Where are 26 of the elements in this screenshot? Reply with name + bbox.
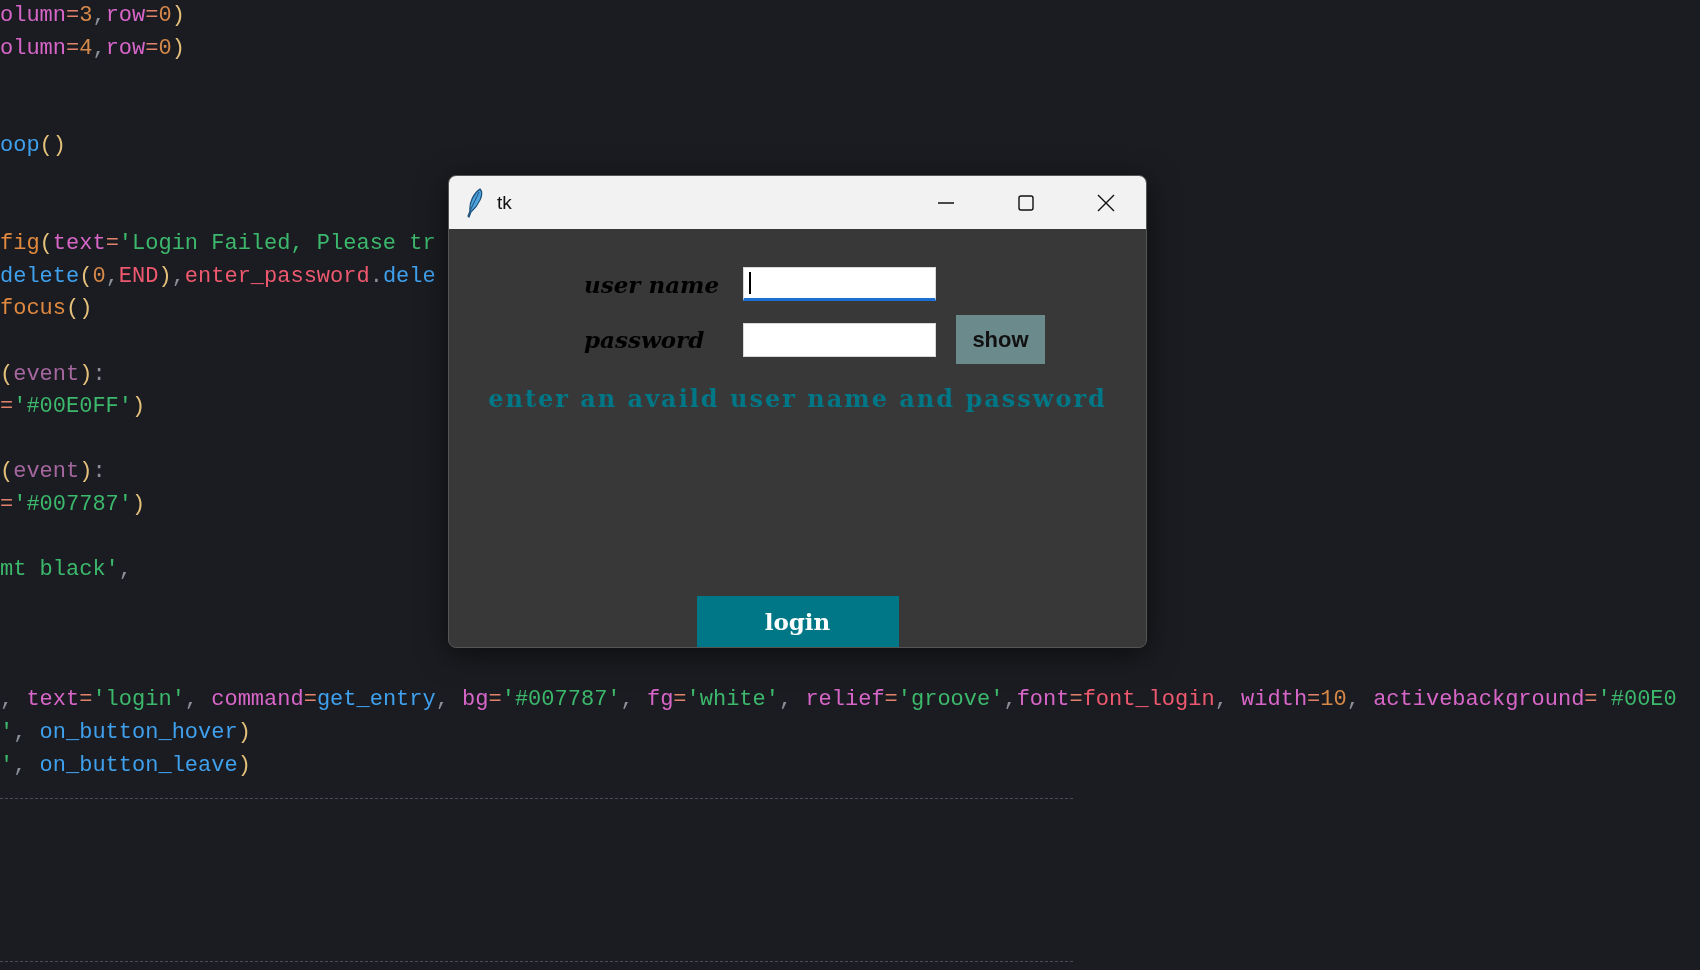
input-field[interactable] <box>743 322 936 357</box>
minimize-icon <box>937 201 955 204</box>
code-line: ='#00E0FF') <box>0 393 146 422</box>
code-line: oop() <box>0 132 66 161</box>
code-line: ', on_button_hover) <box>0 719 251 748</box>
feather-icon <box>465 187 485 218</box>
code-line: (event): <box>0 360 106 389</box>
code-line: focus() <box>0 295 93 324</box>
code-line: olumn=3,row=0) <box>0 2 185 30</box>
code-line: ', on_button_leave) <box>0 751 251 780</box>
input-field[interactable] <box>743 267 936 301</box>
code-line: , text='login', command=get_entry, bg='#007787', fg='white', relief='groove',font=font_login, width=10, activebackground='#00E0 <box>0 686 1677 715</box>
field-label: password <box>584 326 705 353</box>
maximize-icon <box>1017 193 1035 212</box>
show-button[interactable]: show <box>956 315 1045 364</box>
window-title: tk <box>497 191 512 214</box>
login-button[interactable]: login <box>696 596 899 647</box>
close-icon <box>1097 193 1115 212</box>
hint-message: enter an availd user name and password <box>488 384 1107 413</box>
code-line: ='#007787') <box>0 490 146 519</box>
field-label: user name <box>584 270 720 298</box>
code-line: delete(0,END),enter_password.dele <box>0 262 436 291</box>
code-line: (event): <box>0 458 106 487</box>
code-line: olumn=4,row=0) <box>0 34 185 63</box>
code-line: fig(text='Login Failed, Please tr <box>0 230 436 259</box>
code-line: mt black', <box>0 556 133 585</box>
